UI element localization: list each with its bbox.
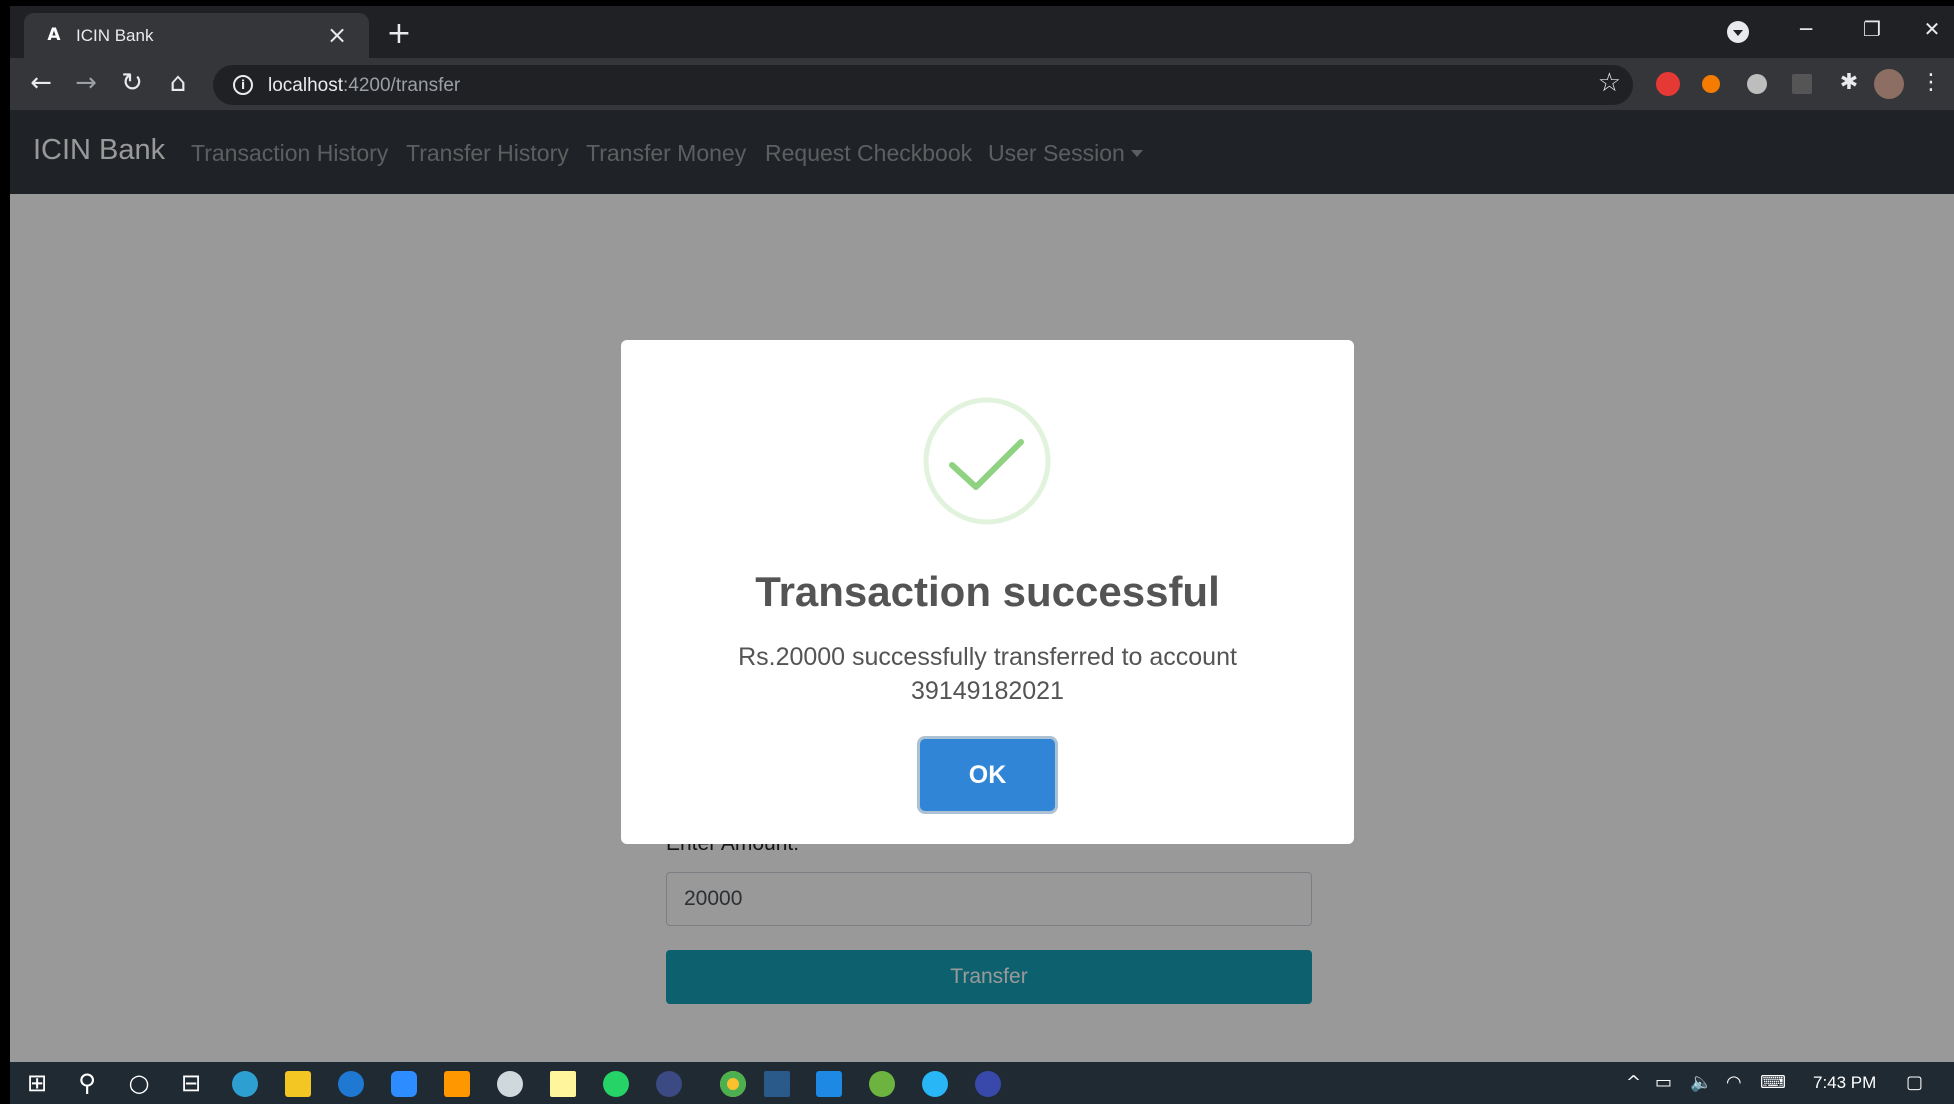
address-bar[interactable]: i localhost:4200/transfer ☆ — [213, 65, 1633, 105]
wifi-icon[interactable]: ◠ — [1726, 1068, 1742, 1098]
mysql-workbench-icon[interactable] — [764, 1071, 790, 1097]
notifications-icon[interactable]: ▢ — [1906, 1068, 1923, 1098]
tab-strip: A ICIN Bank × + ─ ❐ ✕ — [10, 6, 1954, 58]
browser-tab[interactable]: A ICIN Bank × — [24, 13, 369, 58]
bookmark-star-icon[interactable]: ☆ — [1598, 68, 1621, 98]
taskbar: ⊞ ⚲ ○ ⊟ ^ ▭ 🔈 ◠ ⌨ 7:43 PM ▢ — [10, 1062, 1954, 1104]
notepad-icon[interactable] — [550, 1071, 576, 1097]
edge-icon[interactable] — [232, 1071, 258, 1097]
forward-icon[interactable]: → — [69, 66, 103, 100]
extension-icon[interactable] — [1702, 75, 1720, 93]
chrome-icon[interactable] — [720, 1071, 746, 1097]
extensions-puzzle-icon[interactable]: ✱ — [1832, 66, 1866, 100]
profile-avatar[interactable] — [1874, 69, 1904, 99]
close-tab-icon[interactable]: × — [323, 21, 351, 49]
zoom-icon[interactable] — [391, 1071, 417, 1097]
browser-window: A ICIN Bank × + ─ ❐ ✕ ← → ↻ ⌂ i localhos… — [10, 6, 1954, 1104]
whatsapp-icon[interactable] — [603, 1071, 629, 1097]
search-icon[interactable]: ⚲ — [72, 1068, 102, 1098]
eclipse-ide-icon[interactable] — [975, 1071, 1001, 1097]
extension-icon[interactable] — [1792, 74, 1812, 94]
minimize-icon[interactable]: ─ — [1784, 12, 1828, 46]
spring-tool-suite-icon[interactable] — [869, 1071, 895, 1097]
success-check-icon — [923, 397, 1051, 525]
eclipse-icon[interactable] — [656, 1071, 682, 1097]
modal-title: Transaction successful — [755, 568, 1220, 615]
internet-explorer-icon[interactable] — [338, 1071, 364, 1097]
back-icon[interactable]: ← — [24, 66, 58, 100]
chevron-up-icon[interactable]: ^ — [1626, 1068, 1641, 1098]
close-window-icon[interactable]: ✕ — [1910, 12, 1954, 46]
cortana-icon[interactable]: ○ — [124, 1068, 154, 1098]
menu-icon[interactable]: ⋮ — [1914, 66, 1948, 100]
browser-toolbar: ← → ↻ ⌂ i localhost:4200/transfer ☆ ✱ ⋮ — [10, 58, 1954, 110]
vscode-icon[interactable] — [816, 1071, 842, 1097]
restore-icon[interactable]: ❐ — [1850, 12, 1894, 46]
app-icon[interactable] — [922, 1071, 948, 1097]
ok-button[interactable]: OK — [920, 739, 1055, 811]
url-text: localhost:4200/transfer — [268, 75, 461, 96]
file-explorer-icon[interactable] — [285, 1071, 311, 1097]
tab-title: ICIN Bank — [76, 26, 154, 45]
steam-icon[interactable] — [497, 1071, 523, 1097]
reload-icon[interactable]: ↻ — [115, 66, 149, 100]
angular-favicon-icon: A — [47, 25, 61, 45]
sublime-icon[interactable] — [444, 1071, 470, 1097]
new-tab-button[interactable]: + — [382, 18, 416, 52]
tab-search-icon[interactable] — [1727, 21, 1749, 43]
volume-icon[interactable]: 🔈 — [1690, 1068, 1712, 1098]
adblock-extension-icon[interactable] — [1656, 72, 1680, 96]
taskbar-clock[interactable]: 7:43 PM — [1813, 1073, 1876, 1093]
extension-icon[interactable] — [1747, 74, 1767, 94]
battery-icon[interactable]: ▭ — [1655, 1068, 1672, 1098]
keyboard-icon[interactable]: ⌨ — [1760, 1068, 1786, 1098]
windows-start-icon[interactable]: ⊞ — [22, 1068, 52, 1098]
home-icon[interactable]: ⌂ — [161, 66, 195, 100]
info-icon[interactable]: i — [233, 75, 253, 95]
modal-message: Rs.20000 successfully transferred to acc… — [738, 643, 1237, 705]
web-page: ICIN Bank Transaction History Transfer H… — [10, 110, 1954, 1068]
task-view-icon[interactable]: ⊟ — [176, 1068, 206, 1098]
success-modal: Transaction successful Rs.20000 successf… — [621, 340, 1354, 844]
